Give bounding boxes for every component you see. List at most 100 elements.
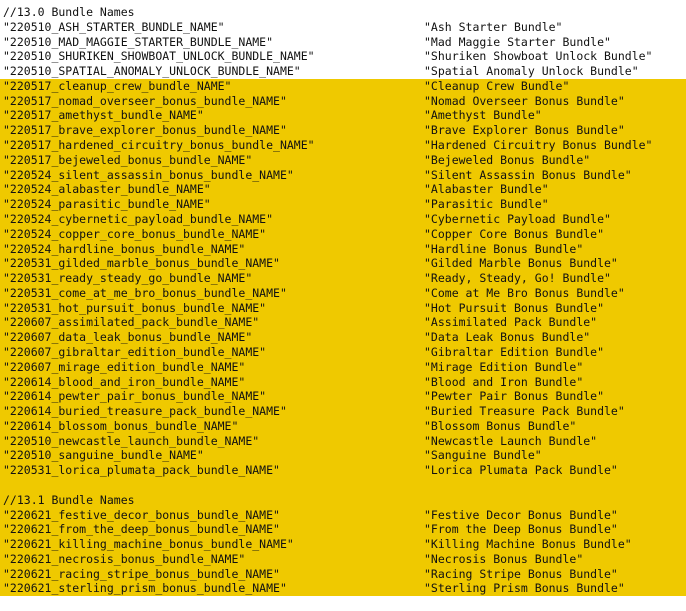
bundle-entry-row[interactable]: "220510_SHURIKEN_SHOWBOAT_UNLOCK_BUNDLE_… (0, 49, 686, 64)
section-comment: //13.0 Bundle Names (3, 5, 135, 19)
bundle-display-name: "Festive Decor Bonus Bundle" (424, 507, 618, 522)
bundle-display-name: "Hot Pursuit Bonus Bundle" (424, 300, 605, 315)
bundle-entry-row[interactable]: "220517_cleanup_crew_bundle_NAME" "Cleanu… (0, 78, 686, 94)
bundle-key: "220524_hardline_bonus_bundle_NAME" (3, 241, 246, 256)
bundle-entry-row[interactable]: "220531_ready_steady_go_bundle_NAME" "Rea… (0, 271, 686, 286)
bundle-display-name: "Brave Explorer Bonus Bundle" (424, 123, 625, 138)
bundle-key: "220517_cleanup_crew_bundle_NAME" (3, 78, 232, 93)
bundle-entry-row[interactable]: "220517_brave_explorer_bonus_bundle_NAME… (0, 123, 686, 139)
bundle-display-name: "From the Deep Bonus Bundle" (424, 522, 618, 537)
bundle-entry-row[interactable]: "220524_hardline_bonus_bundle_NAME" "Hard… (0, 241, 686, 257)
bundle-key: "220531_come_at_me_bro_bonus_bundle_NAME… (3, 285, 287, 300)
bundle-entry-row[interactable]: "220531_gilded_marble_bonus_bundle_NAME"… (0, 256, 686, 272)
bundle-key: "220510_MAD_MAGGIE_STARTER_BUNDLE_NAME" (3, 34, 274, 49)
bundle-key: "220524_silent_assassin_bonus_bundle_NAM… (3, 167, 294, 182)
bundle-key: "220510_SHURIKEN_SHOWBOAT_UNLOCK_BUNDLE_… (3, 49, 315, 64)
bundle-display-name: "Blood and Iron Bundle" (424, 374, 584, 389)
bundle-display-name: "Mirage Edition Bundle" (424, 359, 584, 374)
section-comment: //13.1 Bundle Names (3, 492, 135, 507)
section-comment-line[interactable]: //13.1 Bundle Names (0, 492, 686, 508)
bundle-entry-row[interactable]: "220531_lorica_plumata_pack_bundle_NAME"… (0, 463, 686, 478)
bundle-key: "220524_copper_core_bonus_bundle_NAME" (3, 226, 267, 241)
bundle-display-name: "Mad Maggie Starter Bundle" (424, 34, 611, 49)
bundle-entry-row[interactable]: "220524_copper_core_bonus_bundle_NAME" "C… (0, 226, 686, 242)
bundle-display-name: "Silent Assassin Bonus Bundle" (424, 167, 632, 182)
bundle-entry-row[interactable]: "220607_gibraltar_edition_bundle_NAME" "G… (0, 344, 686, 360)
bundle-display-name: "Gilded Marble Bonus Bundle" (424, 256, 618, 271)
bundle-key: "220531_lorica_plumata_pack_bundle_NAME" (3, 463, 280, 478)
bundle-key: "220621_sterling_prism_bonus_bundle_NAME… (3, 581, 287, 596)
bundle-display-name: "Nomad Overseer Bonus Bundle" (424, 93, 625, 108)
bundle-entry-row[interactable]: "220621_racing_stripe_bonus_bundle_NAME"… (0, 566, 686, 582)
bundle-entry-row[interactable]: "220607_data_leak_bonus_bundle_NAME" "Dat… (0, 330, 686, 345)
bundle-display-name: "Bejeweled Bonus Bundle" (424, 152, 591, 167)
bundle-key: "220614_blood_and_iron_bundle_NAME" (3, 374, 246, 389)
bundle-display-name: "Assimilated Pack Bundle" (424, 315, 598, 330)
bundle-entry-row[interactable]: "220621_sterling_prism_bonus_bundle_NAME… (0, 581, 686, 597)
bundle-entry-row[interactable]: "220517_amethyst_bundle_NAME" "Amethyst B… (0, 108, 686, 124)
bundle-display-name: "Cleanup Crew Bundle" (424, 78, 570, 93)
bundle-key: "220621_from_the_deep_bonus_bundle_NAME" (3, 522, 280, 537)
bundle-key: "220524_parasitic_bundle_NAME" (3, 197, 211, 212)
bundle-display-name: "Pewter Pair Bonus Bundle" (424, 389, 605, 404)
bundle-entry-row[interactable]: "220510_MAD_MAGGIE_STARTER_BUNDLE_NAME" "… (0, 35, 686, 50)
bundle-display-name: "Ash Starter Bundle" (424, 19, 563, 34)
bundle-key: "220517_amethyst_bundle_NAME" (3, 108, 204, 123)
bundle-key: "220524_alabaster_bundle_NAME" (3, 182, 211, 197)
bundle-key: "220614_buried_treasure_pack_bundle_NAME… (3, 404, 287, 419)
bundle-display-name: "Cybernetic Payload Bundle" (424, 211, 611, 226)
bundle-entry-row[interactable]: "220517_nomad_overseer_bonus_bundle_NAME… (0, 93, 686, 109)
bundle-entry-row[interactable]: "220621_killing_machine_bonus_bundle_NAM… (0, 537, 686, 552)
bundle-key: "220510_SPATIAL_ANOMALY_UNLOCK_BUNDLE_NA… (3, 64, 301, 79)
bundle-display-name: "Buried Treasure Pack Bundle" (424, 404, 625, 419)
bundle-entry-row[interactable]: "220510_newcastle_launch_bundle_NAME" "Ne… (0, 433, 686, 449)
bundle-key: "220607_assimilated_pack_bundle_NAME" (3, 315, 260, 330)
bundle-display-name: "Sterling Prism Bonus Bundle" (424, 581, 625, 596)
bundle-entry-row[interactable]: "220607_assimilated_pack_bundle_NAME" "As… (0, 315, 686, 331)
bundle-entry-row[interactable]: "220524_silent_assassin_bonus_bundle_NAM… (0, 167, 686, 183)
bundle-entry-row[interactable]: "220531_hot_pursuit_bonus_bundle_NAME" "H… (0, 300, 686, 316)
bundle-key: "220510_newcastle_launch_bundle_NAME" (3, 433, 260, 448)
bundle-display-name: "Hardened Circuitry Bonus Bundle" (424, 138, 653, 153)
bundle-display-name: "Racing Stripe Bonus Bundle" (424, 566, 618, 581)
bundle-key: "220531_hot_pursuit_bonus_bundle_NAME" (3, 300, 267, 315)
bundle-display-name: "Amethyst Bundle" (424, 108, 542, 123)
bundle-key: "220531_ready_steady_go_bundle_NAME" (3, 271, 253, 286)
bundle-display-name: "Copper Core Bonus Bundle" (424, 226, 605, 241)
bundle-entry-row[interactable]: "220614_buried_treasure_pack_bundle_NAME… (0, 404, 686, 419)
bundle-key: "220614_blossom_bonus_bundle_NAME" (3, 418, 239, 433)
bundle-entry-row[interactable]: "220614_blossom_bonus_bundle_NAME" "Bloss… (0, 418, 686, 434)
bundle-display-name: "Sanguine Bundle" (424, 448, 542, 463)
bundle-entry-row[interactable]: "220621_from_the_deep_bonus_bundle_NAME"… (0, 522, 686, 538)
bundle-entry-row[interactable]: "220614_blood_and_iron_bundle_NAME" "Bloo… (0, 374, 686, 390)
bundle-display-name: "Spatial Anomaly Unlock Bundle" (424, 64, 639, 79)
bundle-entry-row[interactable]: "220524_parasitic_bundle_NAME" "Parasitic… (0, 197, 686, 212)
bundle-key: "220517_hardened_circuitry_bonus_bundle_… (3, 138, 315, 153)
bundle-display-name: "Gibraltar Edition Bundle" (424, 344, 605, 359)
bundle-key: "220607_gibraltar_edition_bundle_NAME" (3, 344, 267, 359)
bundle-key: "220531_gilded_marble_bonus_bundle_NAME" (3, 256, 280, 271)
section-comment-line[interactable]: //13.0 Bundle Names (0, 5, 686, 20)
bundle-entry-row[interactable]: "220621_festive_decor_bonus_bundle_NAME"… (0, 507, 686, 523)
bundle-display-name: "Ready, Steady, Go! Bundle" (424, 271, 611, 286)
bundle-entry-row[interactable]: "220510_SPATIAL_ANOMALY_UNLOCK_BUNDLE_NA… (0, 64, 686, 79)
bundle-entry-row[interactable]: "220524_cybernetic_payload_bundle_NAME" "… (0, 211, 686, 227)
bundle-display-name: "Killing Machine Bonus Bundle" (424, 537, 632, 552)
bundle-entry-row[interactable]: "220510_ASH_STARTER_BUNDLE_NAME" "Ash Sta… (0, 20, 686, 35)
bundle-display-name: "Alabaster Bundle" (424, 182, 549, 197)
bundle-entry-row[interactable]: "220517_bejeweled_bonus_bundle_NAME" "Bej… (0, 152, 686, 168)
bundle-key: "220517_nomad_overseer_bonus_bundle_NAME… (3, 93, 287, 108)
bundle-entry-row[interactable]: "220614_pewter_pair_bonus_bundle_NAME" "P… (0, 389, 686, 405)
bundle-entry-row[interactable]: "220524_alabaster_bundle_NAME" "Alabaster… (0, 182, 686, 198)
bundle-entry-row[interactable]: "220517_hardened_circuitry_bonus_bundle_… (0, 138, 686, 153)
bundle-entry-row[interactable]: "220607_mirage_edition_bundle_NAME" "Mira… (0, 359, 686, 375)
bundle-entry-row[interactable]: "220510_sanguine_bundle_NAME" "Sanguine B… (0, 448, 686, 464)
bundle-entry-row[interactable]: "220621_necrosis_bonus_bundle_NAME" "Necr… (0, 551, 686, 567)
bundle-entry-row[interactable]: "220531_come_at_me_bro_bonus_bundle_NAME… (0, 285, 686, 301)
bundle-display-name: "Hardline Bonus Bundle" (424, 241, 584, 256)
bundle-key: "220621_festive_decor_bonus_bundle_NAME" (3, 507, 280, 522)
code-text-view[interactable]: //13.0 Bundle Names "220510_ASH_STARTER_B… (0, 0, 686, 611)
bundle-key: "220621_necrosis_bonus_bundle_NAME" (3, 551, 246, 566)
bundle-key: "220517_bejeweled_bonus_bundle_NAME" (3, 152, 253, 167)
bundle-display-name: "Newcastle Launch Bundle" (424, 433, 598, 448)
